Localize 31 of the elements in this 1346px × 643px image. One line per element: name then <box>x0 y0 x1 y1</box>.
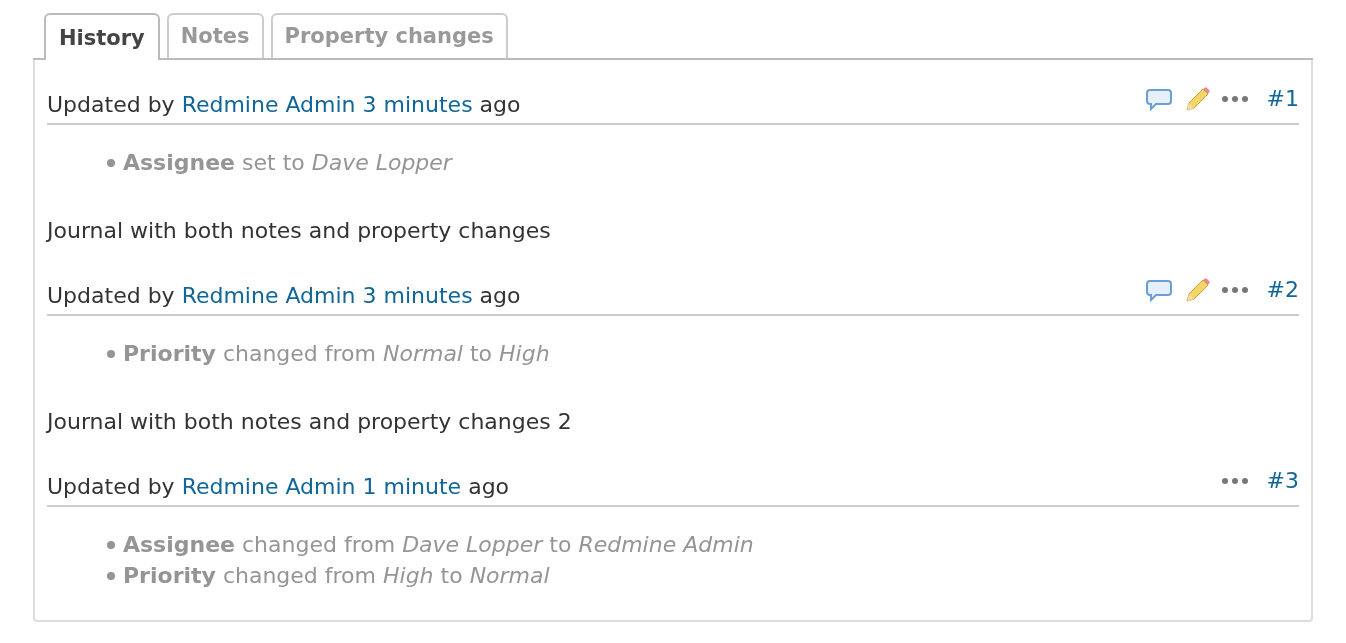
detail-text: Assignee changed from Dave Lopper to Redmine Admin <box>123 531 754 559</box>
author-link[interactable]: Redmine Admin <box>181 470 356 503</box>
header-text: Updated by <box>47 91 175 119</box>
author-link[interactable]: Redmine Admin <box>181 279 356 312</box>
tab[interactable]: History <box>44 13 160 60</box>
bullet-icon <box>107 540 115 549</box>
note-text: Journal with both notes and property changes <box>47 217 552 245</box>
header-text: ago <box>479 282 521 310</box>
time-link[interactable]: 3 minutes <box>362 88 473 121</box>
bullet-icon <box>107 571 115 580</box>
header-text: ago <box>479 91 521 119</box>
header-text: Updated by <box>47 282 175 310</box>
note-text: Journal with both notes and property changes 2 <box>47 408 573 436</box>
bullet-icon <box>107 158 115 167</box>
more-icon[interactable] <box>1220 94 1249 103</box>
journal-number-link[interactable]: #1 <box>1266 82 1299 115</box>
time-link[interactable]: 3 minutes <box>362 279 473 312</box>
author-link[interactable]: Redmine Admin <box>181 88 356 121</box>
journal-number-link[interactable]: #2 <box>1266 273 1299 306</box>
comment-icon[interactable] <box>1144 86 1173 111</box>
header-text: Updated by <box>47 473 175 501</box>
time-link[interactable]: 1 minute <box>362 470 462 503</box>
journal-number-link[interactable]: #3 <box>1266 464 1299 497</box>
header-text: ago <box>468 473 510 501</box>
more-icon[interactable] <box>1220 285 1249 294</box>
detail-text: Priority changed from High to Normal <box>123 562 550 590</box>
more-icon[interactable] <box>1220 476 1249 485</box>
detail-text: Priority changed from Normal to High <box>123 340 550 368</box>
detail-text: Assignee set to Dave Lopper <box>123 149 452 177</box>
bullet-icon <box>107 349 115 358</box>
comment-icon[interactable] <box>1144 277 1173 302</box>
